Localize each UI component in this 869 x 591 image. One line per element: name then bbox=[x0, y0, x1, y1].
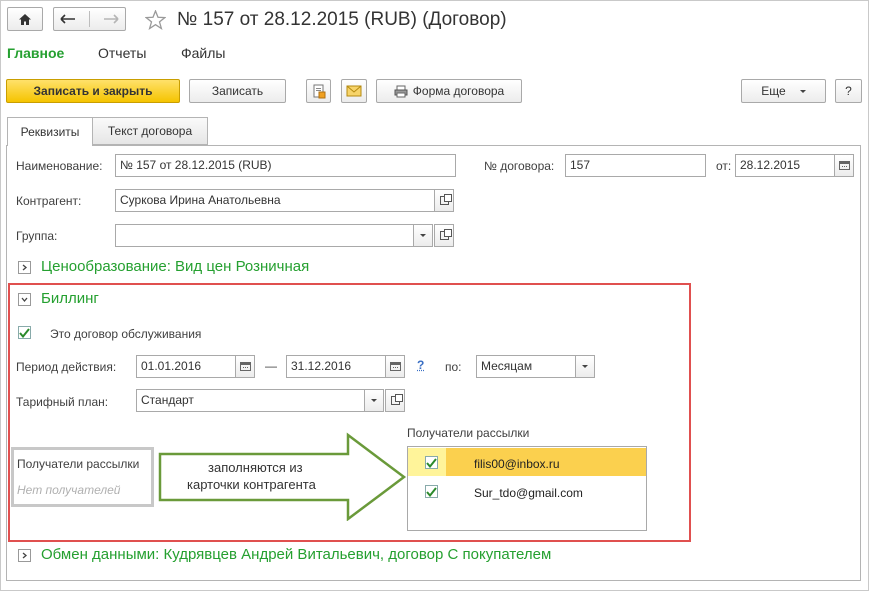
save-button[interactable]: Записать bbox=[189, 79, 286, 103]
nav-tab-reports[interactable]: Отчеты bbox=[98, 45, 146, 61]
recipient-checkbox-2[interactable] bbox=[425, 485, 438, 498]
group-open-button[interactable] bbox=[434, 224, 454, 247]
chevron-down-icon bbox=[799, 89, 806, 93]
star-icon[interactable] bbox=[145, 10, 166, 30]
chevron-down-icon bbox=[420, 234, 426, 237]
more-label: Еще bbox=[761, 84, 786, 98]
service-contract-label: Это договор обслуживания bbox=[50, 327, 202, 341]
recipients-title: Получатели рассылки bbox=[407, 426, 530, 440]
recipients-empty-text: Нет получателей bbox=[17, 483, 121, 497]
pricing-section-header[interactable]: Ценообразование: Вид цен Розничная bbox=[41, 258, 309, 275]
recipient-email-1: filis00@inbox.ru bbox=[474, 457, 560, 471]
group-dropdown-button[interactable] bbox=[413, 224, 433, 247]
arrow-right-icon bbox=[103, 14, 119, 24]
nav-tab-main[interactable]: Главное bbox=[7, 45, 64, 61]
checkmark-icon bbox=[19, 327, 30, 338]
tab-requisites[interactable]: Реквизиты bbox=[7, 117, 93, 146]
period-help-link[interactable]: ? bbox=[417, 358, 424, 372]
period-dash: — bbox=[265, 359, 277, 373]
contract-number-label: № договора: bbox=[484, 159, 555, 173]
group-label: Группа: bbox=[16, 229, 58, 243]
print-button[interactable] bbox=[306, 79, 331, 103]
group-input[interactable] bbox=[115, 224, 414, 247]
nav-tab-files[interactable]: Файлы bbox=[181, 45, 225, 61]
exchange-expand-button[interactable] bbox=[18, 549, 31, 562]
page-title: № 157 от 28.12.2015 (RUB) (Договор) bbox=[177, 9, 507, 30]
calendar-icon bbox=[838, 161, 850, 170]
by-label: по: bbox=[445, 360, 462, 374]
name-input[interactable]: № 157 от 28.12.2015 (RUB) bbox=[115, 154, 456, 177]
period-unit-dropdown-button[interactable] bbox=[575, 355, 595, 378]
period-from-input[interactable]: 01.01.2016 bbox=[136, 355, 236, 378]
period-to-input[interactable]: 31.12.2016 bbox=[286, 355, 386, 378]
checkmark-icon bbox=[426, 457, 437, 468]
pricing-expand-button[interactable] bbox=[18, 261, 31, 274]
contract-form-button[interactable]: Форма договора bbox=[376, 79, 522, 103]
open-icon bbox=[390, 394, 403, 405]
billing-section-header[interactable]: Биллинг bbox=[41, 290, 99, 307]
printer-icon bbox=[394, 85, 408, 97]
annotation-text-line2: карточки контрагента bbox=[187, 477, 316, 492]
recipients-placeholder-title: Получатели рассылки bbox=[17, 457, 140, 471]
counterparty-input[interactable]: Суркова Ирина Анатольевна bbox=[115, 189, 435, 212]
chevron-down-icon bbox=[21, 297, 28, 303]
contract-number-input[interactable]: 157 bbox=[565, 154, 706, 177]
chevron-down-icon bbox=[582, 365, 588, 368]
back-button[interactable] bbox=[60, 14, 76, 24]
date-label: от: bbox=[716, 159, 732, 173]
open-icon bbox=[439, 229, 452, 240]
annotation-text-line1: заполняются из bbox=[208, 460, 303, 475]
more-button[interactable]: Еще bbox=[741, 79, 826, 103]
date-input[interactable]: 28.12.2015 bbox=[735, 154, 835, 177]
name-label: Наименование: bbox=[16, 159, 103, 173]
period-to-calendar-button[interactable] bbox=[385, 355, 405, 378]
counterparty-label: Контрагент: bbox=[16, 194, 82, 208]
date-calendar-button[interactable] bbox=[834, 154, 854, 177]
recipient-checkbox-1[interactable] bbox=[425, 456, 438, 469]
history-nav bbox=[53, 7, 126, 31]
chevron-right-icon bbox=[22, 264, 28, 271]
nav-divider bbox=[88, 11, 90, 27]
tariff-open-button[interactable] bbox=[385, 389, 405, 412]
help-button[interactable]: ? bbox=[835, 79, 862, 103]
chevron-down-icon bbox=[371, 399, 377, 402]
envelope-icon bbox=[346, 85, 362, 97]
calendar-icon bbox=[239, 362, 251, 371]
tariff-label: Тарифный план: bbox=[16, 395, 109, 409]
home-icon bbox=[19, 13, 31, 25]
service-contract-checkbox[interactable] bbox=[18, 326, 31, 339]
period-from-calendar-button[interactable] bbox=[235, 355, 255, 378]
email-button[interactable] bbox=[341, 79, 367, 103]
open-icon bbox=[439, 194, 452, 205]
tariff-input[interactable]: Стандарт bbox=[136, 389, 365, 412]
billing-collapse-button[interactable] bbox=[18, 293, 31, 306]
save-and-close-button[interactable]: Записать и закрыть bbox=[6, 79, 180, 103]
calendar-icon bbox=[389, 362, 401, 371]
tariff-dropdown-button[interactable] bbox=[364, 389, 384, 412]
recipients-placeholder-box bbox=[11, 447, 154, 507]
tab-contract-text[interactable]: Текст договора bbox=[92, 117, 208, 145]
recipient-email-2[interactable]: Sur_tdo@gmail.com bbox=[474, 486, 583, 500]
counterparty-open-button[interactable] bbox=[434, 189, 454, 212]
home-button[interactable] bbox=[7, 7, 43, 31]
forward-button[interactable] bbox=[103, 14, 119, 24]
period-unit-select[interactable]: Месяцам bbox=[476, 355, 576, 378]
document-report-icon bbox=[313, 84, 325, 98]
exchange-section-header[interactable]: Обмен данными: Кудрявцев Андрей Витальев… bbox=[41, 546, 551, 563]
period-label: Период действия: bbox=[16, 360, 117, 374]
arrow-left-icon bbox=[60, 14, 76, 24]
contract-form-label: Форма договора bbox=[412, 84, 505, 98]
chevron-right-icon bbox=[22, 552, 28, 559]
checkmark-icon bbox=[426, 486, 437, 497]
